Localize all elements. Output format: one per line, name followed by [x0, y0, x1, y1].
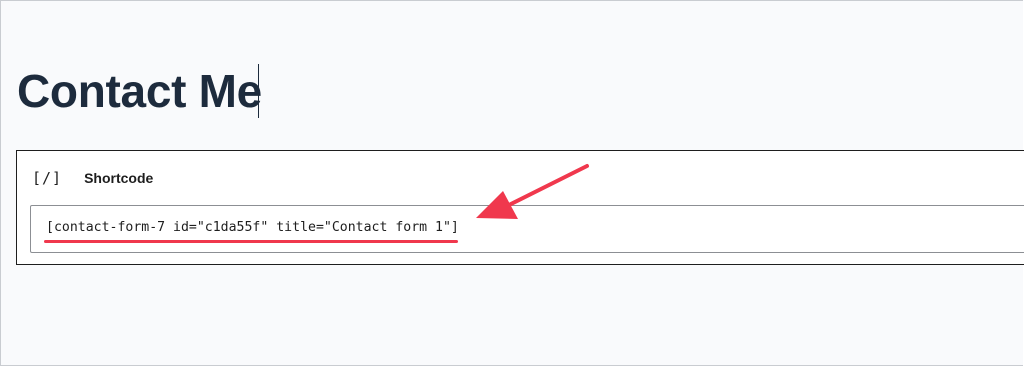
shortcode-input[interactable]: [contact-form-7 id="c1da55f" title="Cont…: [30, 205, 1024, 253]
block-label: Shortcode: [84, 170, 154, 186]
shortcode-block[interactable]: [/] Shortcode [contact-form-7 id="c1da55…: [16, 150, 1024, 265]
shortcode-value: [contact-form-7 id="c1da55f" title="Cont…: [46, 220, 459, 235]
annotation-underline: [44, 240, 458, 243]
text-cursor: [258, 64, 259, 118]
shortcode-icon: [/]: [32, 169, 63, 187]
page-title[interactable]: Contact Me: [17, 64, 262, 118]
block-header: [/] Shortcode: [32, 167, 153, 189]
